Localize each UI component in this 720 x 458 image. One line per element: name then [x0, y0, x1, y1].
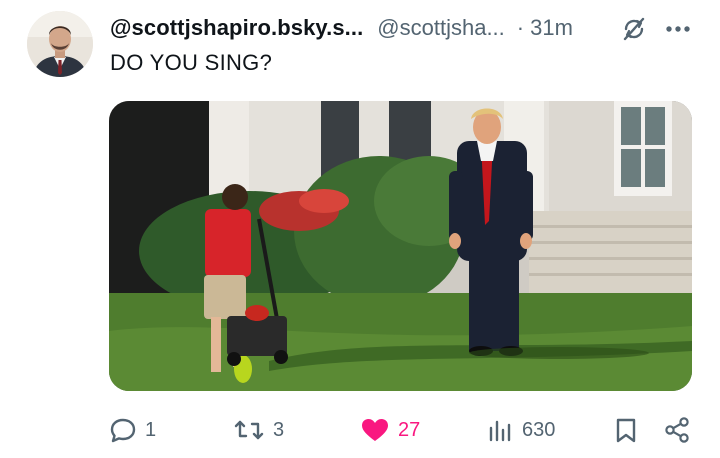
- avatar-image: [27, 11, 93, 77]
- heart-icon: [362, 419, 388, 441]
- no-sync-icon[interactable]: [620, 15, 648, 43]
- views-count: 630: [522, 418, 556, 441]
- reply-button[interactable]: 1: [109, 410, 156, 450]
- post-card[interactable]: @scottjshapiro.bsky.s... @scottjsha... ·…: [0, 0, 720, 458]
- post-header: @scottjshapiro.bsky.s... @scottjsha... ·…: [110, 14, 700, 42]
- reply-count: 1: [145, 418, 157, 441]
- repost-button[interactable]: 3: [233, 410, 284, 450]
- separator-dot: ·: [516, 15, 525, 40]
- views-icon: [489, 420, 511, 442]
- post-photo: [109, 101, 692, 391]
- like-count: 27: [398, 418, 421, 441]
- more-icon[interactable]: [664, 19, 692, 39]
- repost-count: 3: [273, 418, 285, 441]
- views-button[interactable]: 630: [488, 410, 555, 450]
- reply-icon: [110, 418, 136, 443]
- bookmark-button[interactable]: [613, 410, 639, 450]
- display-name[interactable]: @scottjshapiro.bsky.s...: [110, 15, 363, 41]
- repost-icon: [234, 420, 264, 440]
- action-bar: 1 3 27 630: [0, 410, 720, 450]
- bookmark-icon: [616, 418, 636, 443]
- like-button[interactable]: 27: [360, 410, 420, 450]
- post-timestamp[interactable]: 31m: [530, 15, 573, 41]
- share-icon: [665, 417, 689, 443]
- share-button[interactable]: [663, 410, 691, 450]
- post-text: DO YOU SING?: [110, 50, 273, 75]
- author-handle[interactable]: @scottjsha...: [377, 15, 505, 41]
- avatar[interactable]: [27, 11, 93, 77]
- post-image[interactable]: [109, 101, 692, 391]
